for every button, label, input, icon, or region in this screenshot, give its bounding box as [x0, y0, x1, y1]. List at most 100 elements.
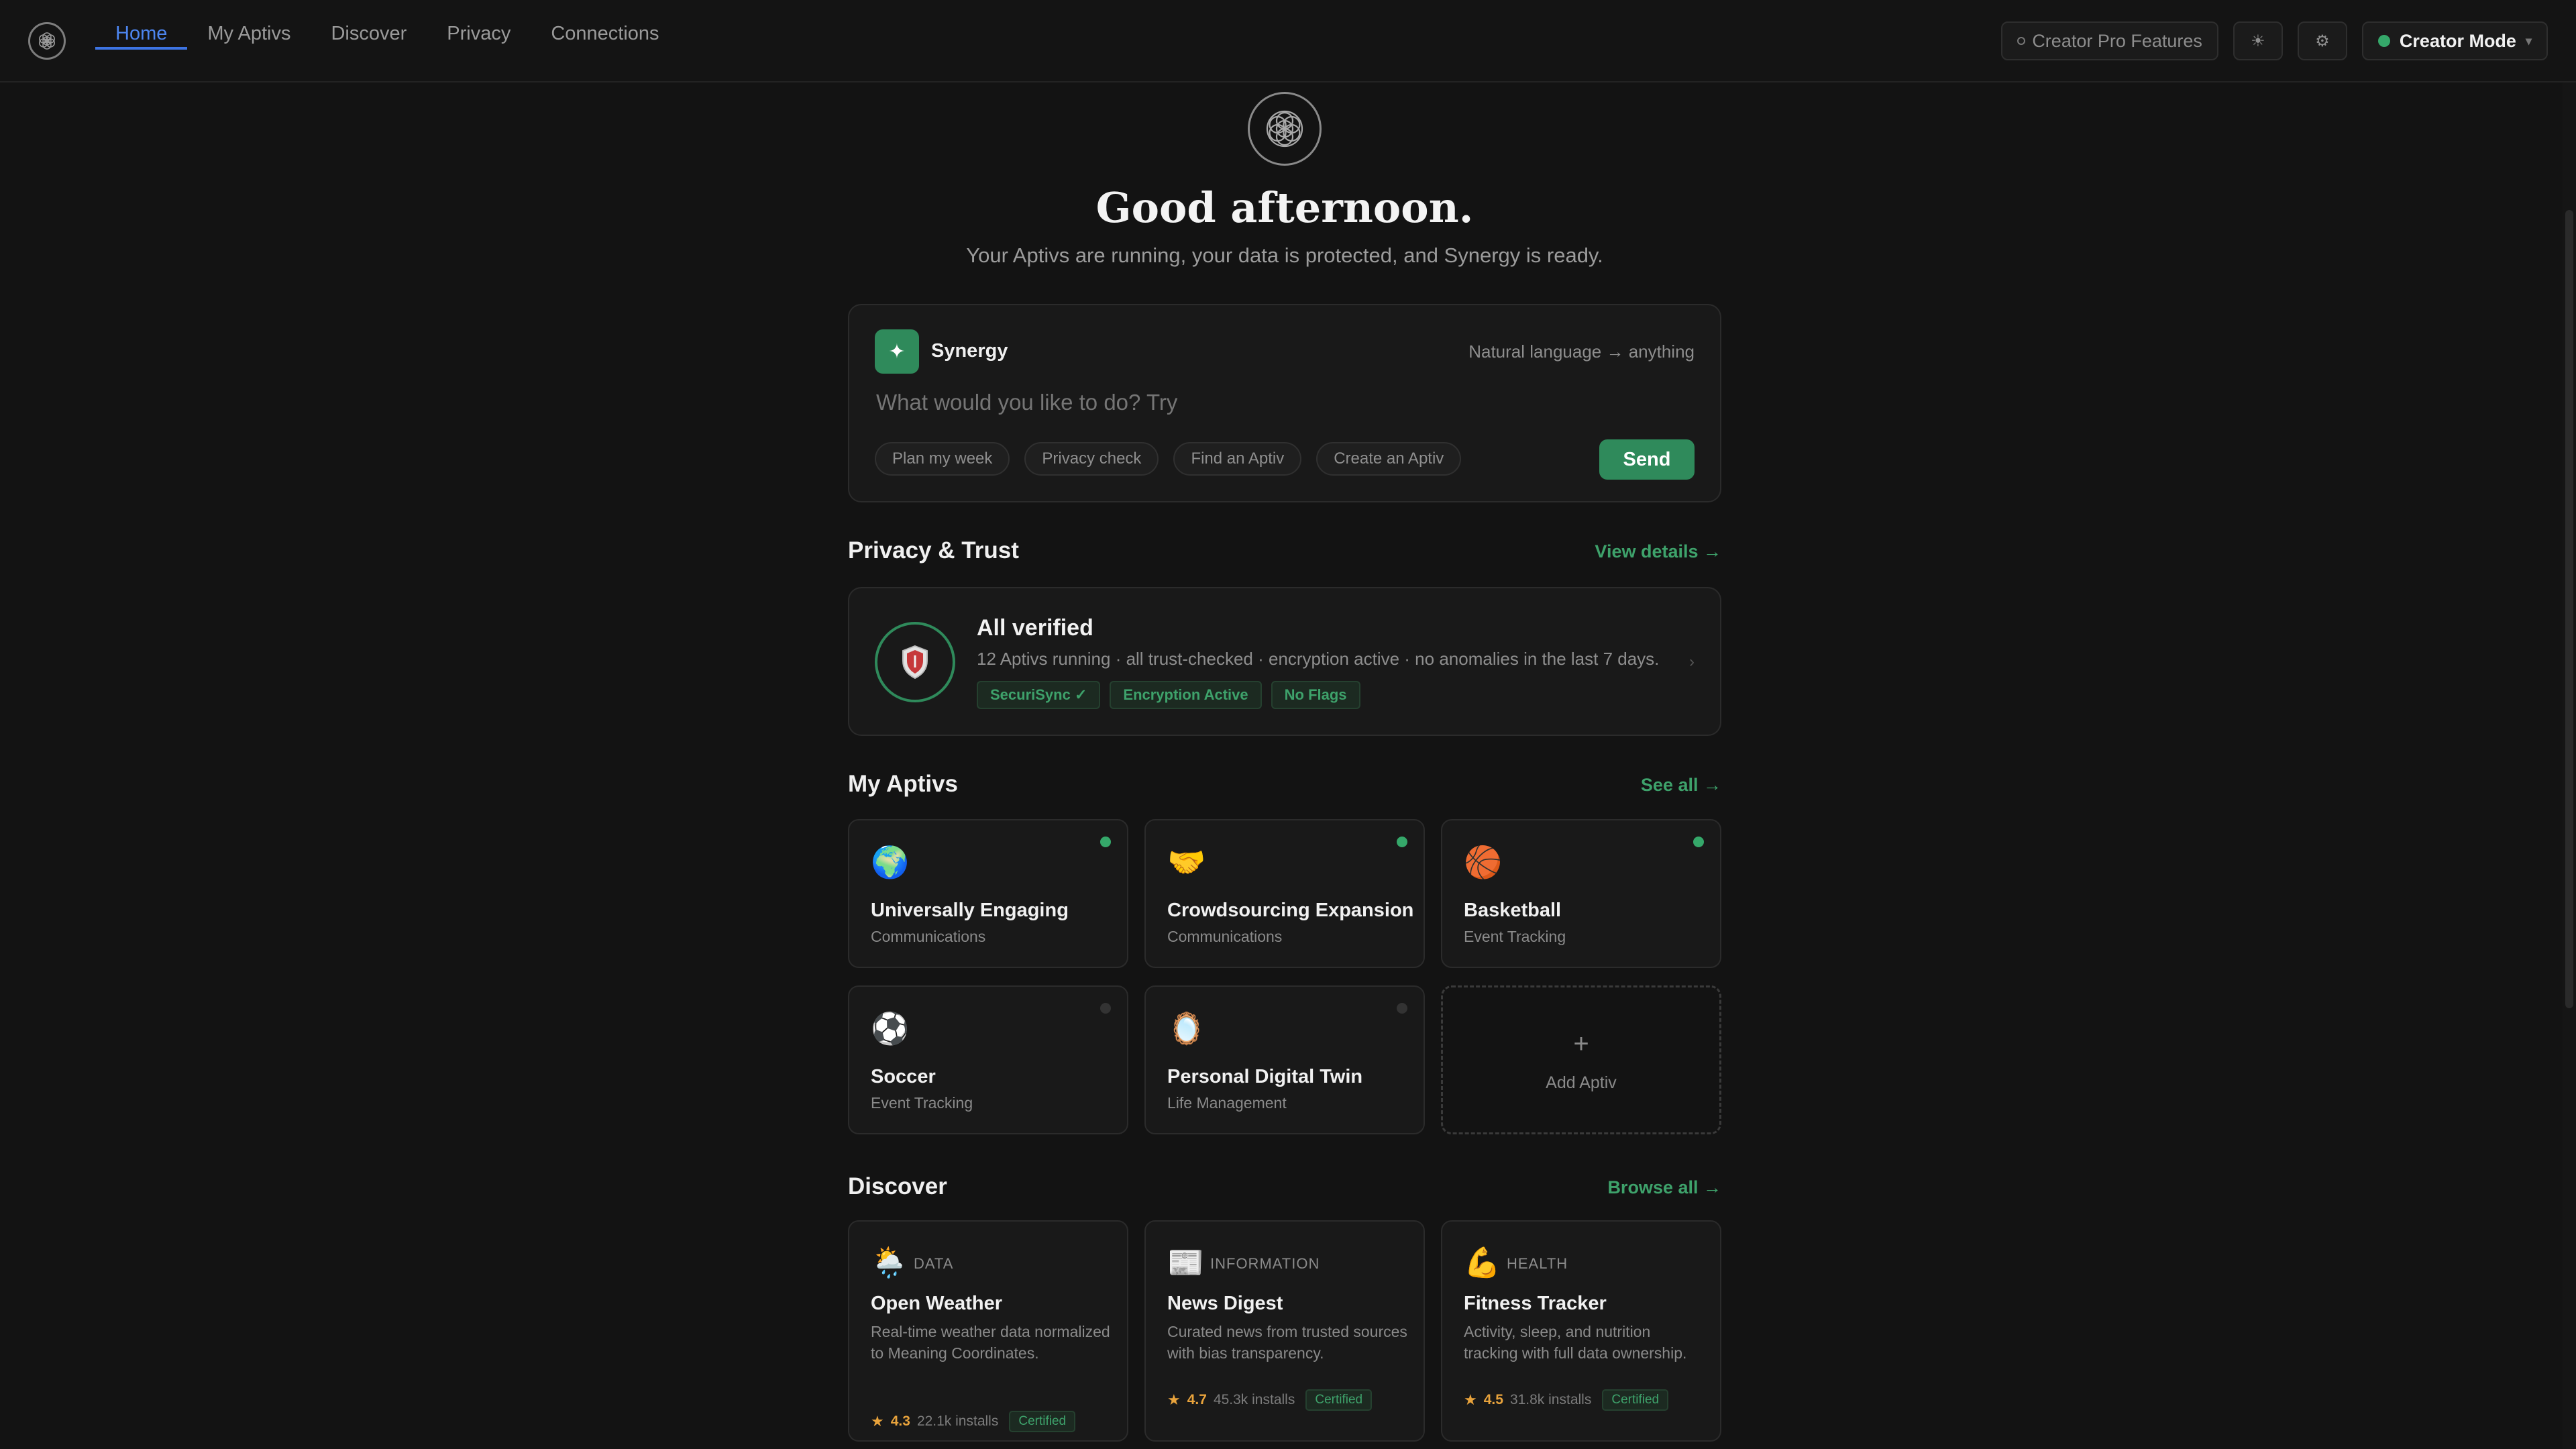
discover-card[interactable]: 📰 INFORMATION News Digest Curated news f… [1144, 1220, 1425, 1442]
creator-mode-label: Creator Mode [2399, 30, 2516, 51]
install-count: 45.3k installs [1213, 1392, 1295, 1407]
aptiv-category: Event Tracking [1464, 928, 1566, 945]
top-navigation-bar: Home My Aptivs Discover Privacy Connecti… [0, 0, 2576, 83]
sun-icon: ☀ [2251, 32, 2265, 50]
status-dot-icon [1693, 837, 1704, 847]
my-aptivs-section-title: My Aptivs [848, 771, 959, 797]
aptiv-name: Personal Digital Twin [1167, 1066, 1363, 1087]
discover-name: News Digest [1167, 1293, 1283, 1314]
nav-tab-connections[interactable]: Connections [531, 0, 679, 50]
page-subtitle: Your Aptivs are running, your data is pr… [966, 244, 1603, 267]
discover-card[interactable]: 💪 HEALTH Fitness Tracker Activity, sleep… [1441, 1220, 1721, 1442]
soccer-ball-icon: ⚽ [871, 1011, 910, 1046]
rating-value: 4.3 [890, 1413, 910, 1429]
install-count: 31.8k installs [1509, 1392, 1592, 1407]
aptiv-card[interactable]: 🌍 Universally Engaging Communications [848, 819, 1128, 968]
status-badge: Encryption Active [1110, 681, 1262, 709]
status-dot-icon [1397, 1003, 1407, 1014]
send-button[interactable]: Send [1599, 439, 1695, 480]
top-right-controls: Creator Pro Features ☀ ⚙ Creator Mode ▾ [2001, 21, 2548, 60]
chip-create-an-aptiv[interactable]: Create an Aptiv [1316, 442, 1462, 476]
status-dot-icon [1100, 837, 1111, 847]
theme-toggle-button[interactable]: ☀ [2233, 21, 2283, 60]
aptiv-name: Soccer [871, 1066, 936, 1087]
handshake-icon: 🤝 [1167, 845, 1206, 879]
app-logo-icon[interactable] [28, 22, 66, 60]
synergy-title: Synergy [931, 340, 1008, 362]
aptiv-card[interactable]: 🪞 Personal Digital Twin Life Management [1144, 985, 1425, 1134]
synergy-prompt-input[interactable] [875, 386, 1613, 419]
newspaper-icon: 📰 [1167, 1246, 1204, 1279]
settings-icon: ⚙ [2315, 32, 2330, 50]
nav-tab-privacy[interactable]: Privacy [427, 0, 531, 50]
aptiv-category: Communications [1167, 928, 1283, 945]
aptiv-category: Communications [871, 928, 986, 945]
suggestion-chips: Plan my week Privacy check Find an Aptiv… [875, 442, 1462, 476]
discover-category: INFORMATION [1210, 1255, 1320, 1272]
star-icon: ★ [1167, 1391, 1181, 1408]
weather-icon: 🌦️ [871, 1246, 908, 1279]
chip-privacy-check[interactable]: Privacy check [1024, 442, 1159, 476]
star-icon: ★ [1464, 1391, 1477, 1408]
discover-category: DATA [914, 1255, 954, 1272]
discover-category: HEALTH [1507, 1255, 1568, 1272]
privacy-status-card[interactable]: All verified 12 Aptivs running · all tru… [848, 587, 1721, 736]
certified-badge: Certified [1602, 1389, 1669, 1411]
discover-meta: ★ 4.7 45.3k installs Certified [1167, 1389, 1373, 1411]
certified-badge: Certified [1009, 1411, 1076, 1432]
page-greeting: Good afternoon. [1095, 183, 1474, 232]
discover-card[interactable]: 🌦️ DATA Open Weather Real-time weather d… [848, 1220, 1128, 1442]
chip-plan-my-week[interactable]: Plan my week [875, 442, 1010, 476]
chip-find-an-aptiv[interactable]: Find an Aptiv [1173, 442, 1302, 476]
browse-all-link[interactable]: Browse all → [1607, 1177, 1721, 1198]
add-aptiv-button[interactable]: + Add Aptiv [1441, 985, 1721, 1134]
discover-description: Curated news from trusted sources with b… [1167, 1323, 1407, 1362]
shield-icon [875, 622, 955, 702]
chevron-right-icon: › [1689, 653, 1695, 671]
status-badge: SecuriSync ✓ [977, 681, 1101, 709]
aptiv-card[interactable]: ⚽ Soccer Event Tracking [848, 985, 1128, 1134]
aptiv-category: Event Tracking [871, 1094, 973, 1112]
certified-badge: Certified [1305, 1389, 1373, 1411]
aptiv-name: Crowdsourcing Expansion [1167, 900, 1414, 921]
star-icon: ★ [871, 1413, 884, 1430]
discover-name: Open Weather [871, 1293, 1003, 1314]
add-aptiv-label: Add Aptiv [1546, 1073, 1617, 1092]
creator-mode-button[interactable]: Creator Mode ▾ [2361, 21, 2548, 60]
privacy-badges: SecuriSync ✓ Encryption Active No Flags [977, 681, 1360, 709]
install-count: 22.1k installs [916, 1413, 999, 1429]
sparkle-icon: ✦ [875, 329, 919, 374]
discover-grid: 🌦️ DATA Open Weather Real-time weather d… [848, 1220, 1721, 1442]
flexed-bicep-icon: 💪 [1464, 1246, 1501, 1279]
synergy-assistant-card: ✦ Synergy Natural language → anything Pl… [848, 304, 1721, 502]
scrollbar[interactable] [2563, 83, 2576, 1449]
nav-tab-my-aptivs[interactable]: My Aptivs [187, 0, 311, 50]
privacy-status-description: 12 Aptivs running · all trust-checked · … [977, 649, 1660, 669]
circle-icon [2017, 37, 2026, 45]
creator-pro-label: Creator Pro Features [2032, 30, 2202, 51]
status-badge: No Flags [1271, 681, 1360, 709]
flower-of-life-icon [1248, 92, 1322, 166]
aptiv-name: Universally Engaging [871, 900, 1069, 921]
status-dot-icon [1100, 1003, 1111, 1014]
chevron-down-icon: ▾ [2525, 34, 2532, 48]
creator-pro-features-button[interactable]: Creator Pro Features [2001, 21, 2218, 60]
view-details-link[interactable]: View details → [1595, 541, 1721, 562]
nav-tab-home[interactable]: Home [95, 0, 188, 50]
privacy-section-title: Privacy & Trust [848, 537, 1019, 564]
status-dot-icon [1397, 837, 1407, 847]
synergy-hint: Natural language → anything [1468, 341, 1695, 362]
plus-icon: + [1573, 1029, 1589, 1059]
aptiv-card[interactable]: 🤝 Crowdsourcing Expansion Communications [1144, 819, 1425, 968]
rating-value: 4.5 [1483, 1392, 1503, 1407]
mirror-icon: 🪞 [1167, 1011, 1206, 1046]
scrollbar-thumb[interactable] [2565, 210, 2573, 1008]
nav-tab-discover[interactable]: Discover [311, 0, 427, 50]
settings-button[interactable]: ⚙ [2297, 21, 2347, 60]
aptiv-category: Life Management [1167, 1094, 1287, 1112]
aptiv-name: Basketball [1464, 900, 1562, 921]
see-all-link[interactable]: See all → [1641, 775, 1721, 796]
aptiv-card[interactable]: 🏀 Basketball Event Tracking [1441, 819, 1721, 968]
discover-description: Real-time weather data normalized to Mea… [871, 1323, 1110, 1362]
my-aptivs-grid: 🌍 Universally Engaging Communications 🤝 … [848, 819, 1721, 1134]
